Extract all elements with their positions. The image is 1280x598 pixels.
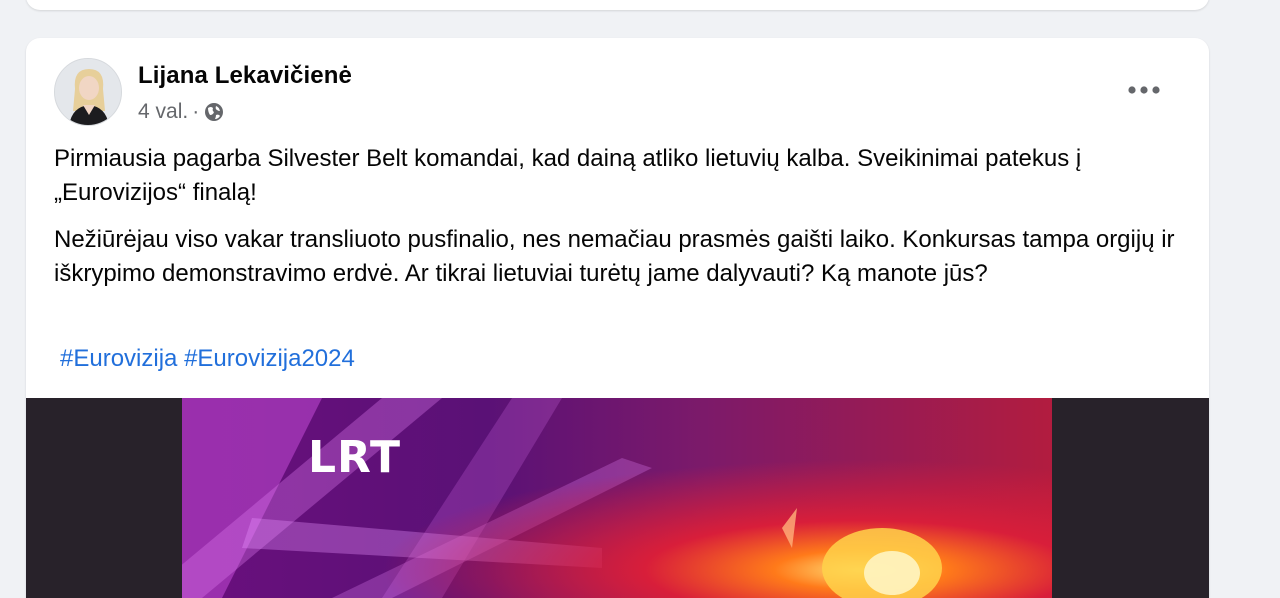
more-options-button[interactable] [1116,74,1172,106]
hashtag-eurovizija[interactable]: #Eurovizija [60,345,177,372]
avatar-image [55,59,121,125]
more-horizontal-icon [1128,86,1160,94]
post-meta: 4 val. · [138,99,224,125]
post-card: Lijana Lekavičienė 4 val. · Pirmiausia p [26,38,1209,598]
post-text: Pirmiausia pagarba Silvester Belt komand… [54,142,1184,304]
hashtag-eurovizija2024[interactable]: #Eurovizija2024 [184,345,355,372]
meta-separator: · [192,100,200,123]
stage-image [182,398,1052,598]
post-header: Lijana Lekavičienė 4 val. · [26,38,1209,134]
hashtags: #Eurovizija #Eurovizija2024 [60,342,355,376]
globe-icon[interactable] [204,102,224,122]
avatar[interactable] [54,58,122,126]
post-paragraph-2: Nežiūrėjau viso vakar transliuoto pusfin… [54,226,1175,287]
post-media: LRT [26,398,1209,598]
lrt-logo: LRT [308,432,401,483]
author-name[interactable]: Lijana Lekavičienė [138,62,352,90]
post-paragraph-1: Pirmiausia pagarba Silvester Belt komand… [54,145,1082,206]
post-time[interactable]: 4 val. [138,100,188,124]
previous-post-card [26,0,1209,10]
video-frame[interactable]: LRT [182,398,1052,598]
